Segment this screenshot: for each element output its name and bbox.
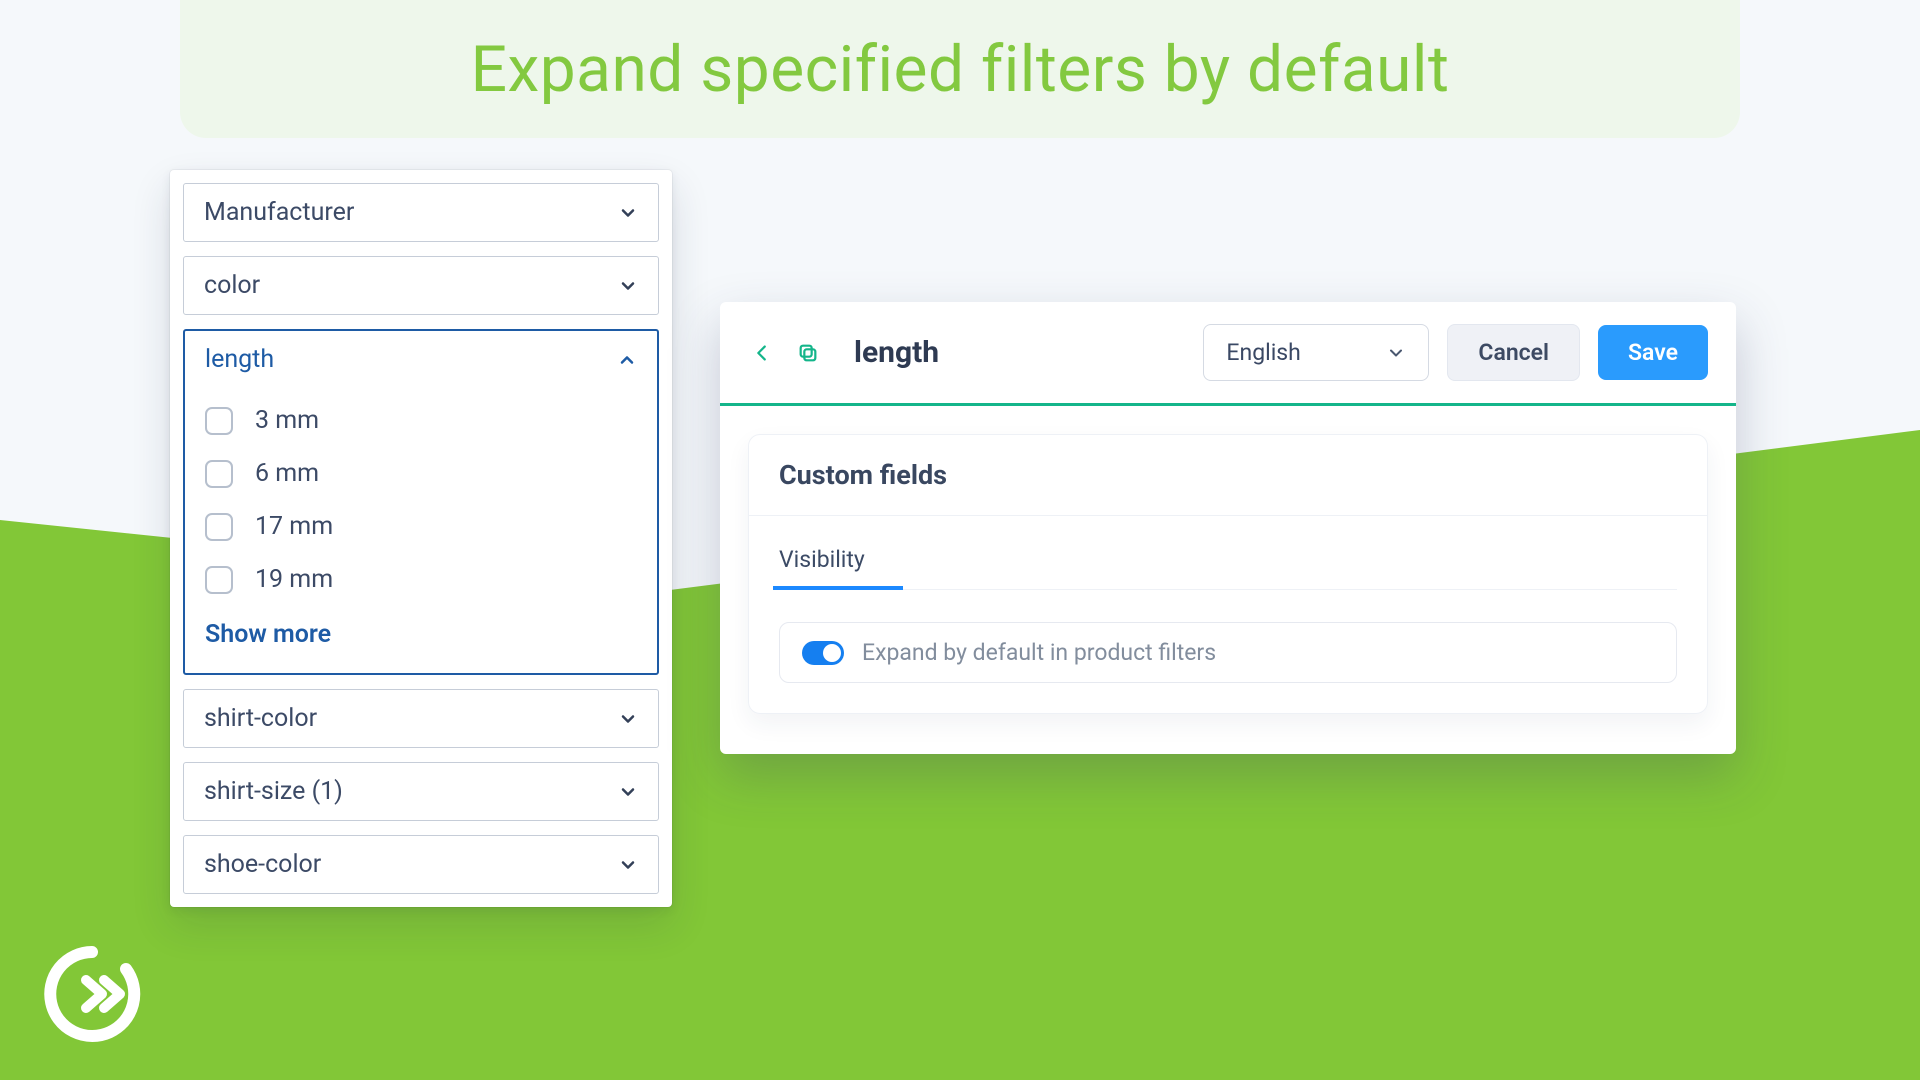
chevron-down-icon [1386,343,1406,363]
filter-color-label: color [204,271,260,300]
tab-row: Visibility [779,546,1677,590]
filter-length: length 3 mm 6 mm 17 mm 19 mm Show mor [183,329,659,675]
save-button[interactable]: Save [1598,325,1708,380]
chevron-down-icon [618,782,638,802]
filter-manufacturer[interactable]: Manufacturer [183,183,659,242]
chevron-up-icon [617,350,637,370]
page-title: Expand specified filters by default [471,32,1450,107]
filter-shirt-color[interactable]: shirt-color [183,689,659,748]
chevron-down-icon [618,855,638,875]
filter-manufacturer-label: Manufacturer [204,198,354,227]
show-more-link[interactable]: Show more [205,606,637,649]
checkbox[interactable] [205,407,233,435]
filter-length-header[interactable]: length [185,331,657,388]
chevron-down-icon [618,276,638,296]
chevron-down-icon [618,203,638,223]
filter-option-label: 6 mm [255,459,319,488]
expand-by-default-toggle[interactable] [802,641,844,665]
language-select[interactable]: English [1203,324,1429,381]
filter-option-label: 17 mm [255,512,333,541]
checkbox[interactable] [205,460,233,488]
filter-shoe-color[interactable]: shoe-color [183,835,659,894]
filter-shirt-size-label: shirt-size (1) [204,777,343,806]
back-icon[interactable] [748,339,776,367]
expand-by-default-label: Expand by default in product filters [862,639,1216,666]
filter-option[interactable]: 19 mm [205,553,637,606]
custom-fields-card: Custom fields Visibility Expand by defau… [748,434,1708,714]
filter-shirt-size[interactable]: shirt-size (1) [183,762,659,821]
filter-sidebar: Manufacturer color length 3 mm [170,170,672,907]
filter-option[interactable]: 3 mm [205,394,637,447]
settings-panel: length English Cancel Save Custom fields… [720,302,1736,754]
language-select-value: English [1226,339,1300,366]
card-title: Custom fields [749,435,1707,516]
filter-shirt-color-label: shirt-color [204,704,317,733]
expand-by-default-row: Expand by default in product filters [779,622,1677,683]
brand-logo-icon [42,944,142,1044]
tab-visibility[interactable]: Visibility [779,546,865,589]
accent-divider [720,403,1736,406]
filter-color[interactable]: color [183,256,659,315]
filter-option-label: 19 mm [255,565,333,594]
filter-option[interactable]: 6 mm [205,447,637,500]
filter-shoe-color-label: shoe-color [204,850,321,879]
chevron-down-icon [618,709,638,729]
checkbox[interactable] [205,513,233,541]
filter-option-label: 3 mm [255,406,319,435]
checkbox[interactable] [205,566,233,594]
filter-length-label: length [205,345,274,374]
page-banner: Expand specified filters by default [180,0,1740,138]
copy-icon[interactable] [794,339,822,367]
filter-option[interactable]: 17 mm [205,500,637,553]
cancel-button[interactable]: Cancel [1447,324,1580,381]
panel-title: length [854,335,939,370]
